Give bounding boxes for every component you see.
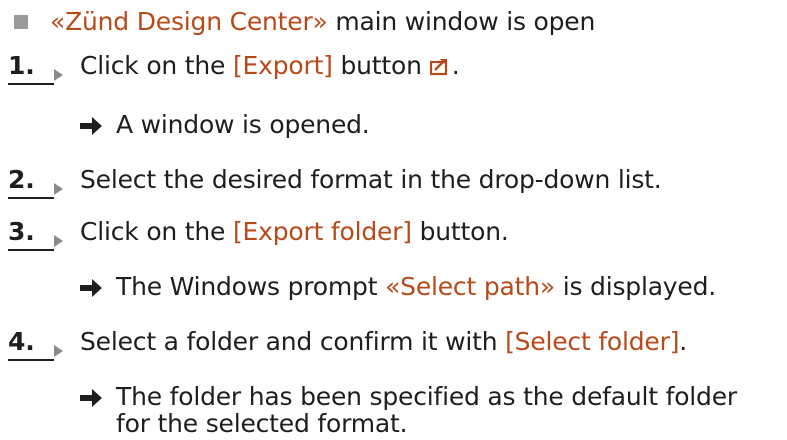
result-1-text: A window is opened. bbox=[116, 110, 370, 139]
result-arrow-icon bbox=[80, 389, 102, 407]
step-3-prefix: Click on the bbox=[80, 217, 233, 246]
result-arrow-icon bbox=[80, 117, 102, 135]
square-bullet-icon bbox=[14, 15, 28, 29]
result-arrow-icon bbox=[80, 279, 102, 297]
step-4-marker-icon bbox=[54, 345, 63, 357]
select-path-prompt: «Select path» bbox=[385, 272, 555, 301]
select-folder-button-label: [Select folder] bbox=[505, 327, 680, 356]
prerequisite-text: «Zünd Design Center» main window is open bbox=[50, 6, 595, 38]
step-4-text: Select a folder and confirm it with [Sel… bbox=[80, 326, 687, 358]
result-2-prefix: The Windows prompt bbox=[116, 272, 386, 301]
step-3-text: Click on the [Export folder] button. bbox=[80, 216, 509, 248]
step-3-suffix: button. bbox=[411, 217, 509, 246]
step-1-underline bbox=[8, 83, 54, 85]
step-2-marker-icon bbox=[54, 183, 63, 195]
step-2-text: Select the desired format in the drop-do… bbox=[80, 165, 662, 194]
prerequisite-suffix: main window is open bbox=[327, 7, 596, 36]
result-3-line-2: for the selected format. bbox=[116, 409, 408, 438]
step-3-underline bbox=[8, 249, 54, 251]
step-1-text: Click on the [Export] button. bbox=[80, 50, 460, 82]
result-2-suffix: is displayed. bbox=[554, 272, 716, 301]
result-2-text: The Windows prompt «Select path» is disp… bbox=[116, 271, 716, 303]
step-4-prefix: Select a folder and confirm it with bbox=[80, 327, 506, 356]
app-name: «Zünd Design Center» bbox=[50, 7, 328, 36]
step-4-suffix: . bbox=[679, 327, 687, 356]
export-folder-button-label: [Export folder] bbox=[232, 217, 412, 246]
step-1-prefix: Click on the bbox=[80, 51, 233, 80]
step-1-marker-icon bbox=[54, 69, 63, 81]
step-4-number: 4. bbox=[8, 327, 35, 356]
step-3-marker-icon bbox=[54, 235, 63, 247]
step-1-period: . bbox=[451, 51, 460, 80]
export-button-label: [Export] bbox=[232, 51, 333, 80]
step-2-number: 2. bbox=[8, 165, 35, 194]
step-1-suffix: button bbox=[332, 51, 422, 80]
step-4-underline bbox=[8, 359, 54, 361]
step-2-underline bbox=[8, 197, 54, 199]
export-icon bbox=[429, 59, 447, 76]
step-3-number: 3. bbox=[8, 217, 35, 246]
step-1-number: 1. bbox=[8, 51, 35, 80]
